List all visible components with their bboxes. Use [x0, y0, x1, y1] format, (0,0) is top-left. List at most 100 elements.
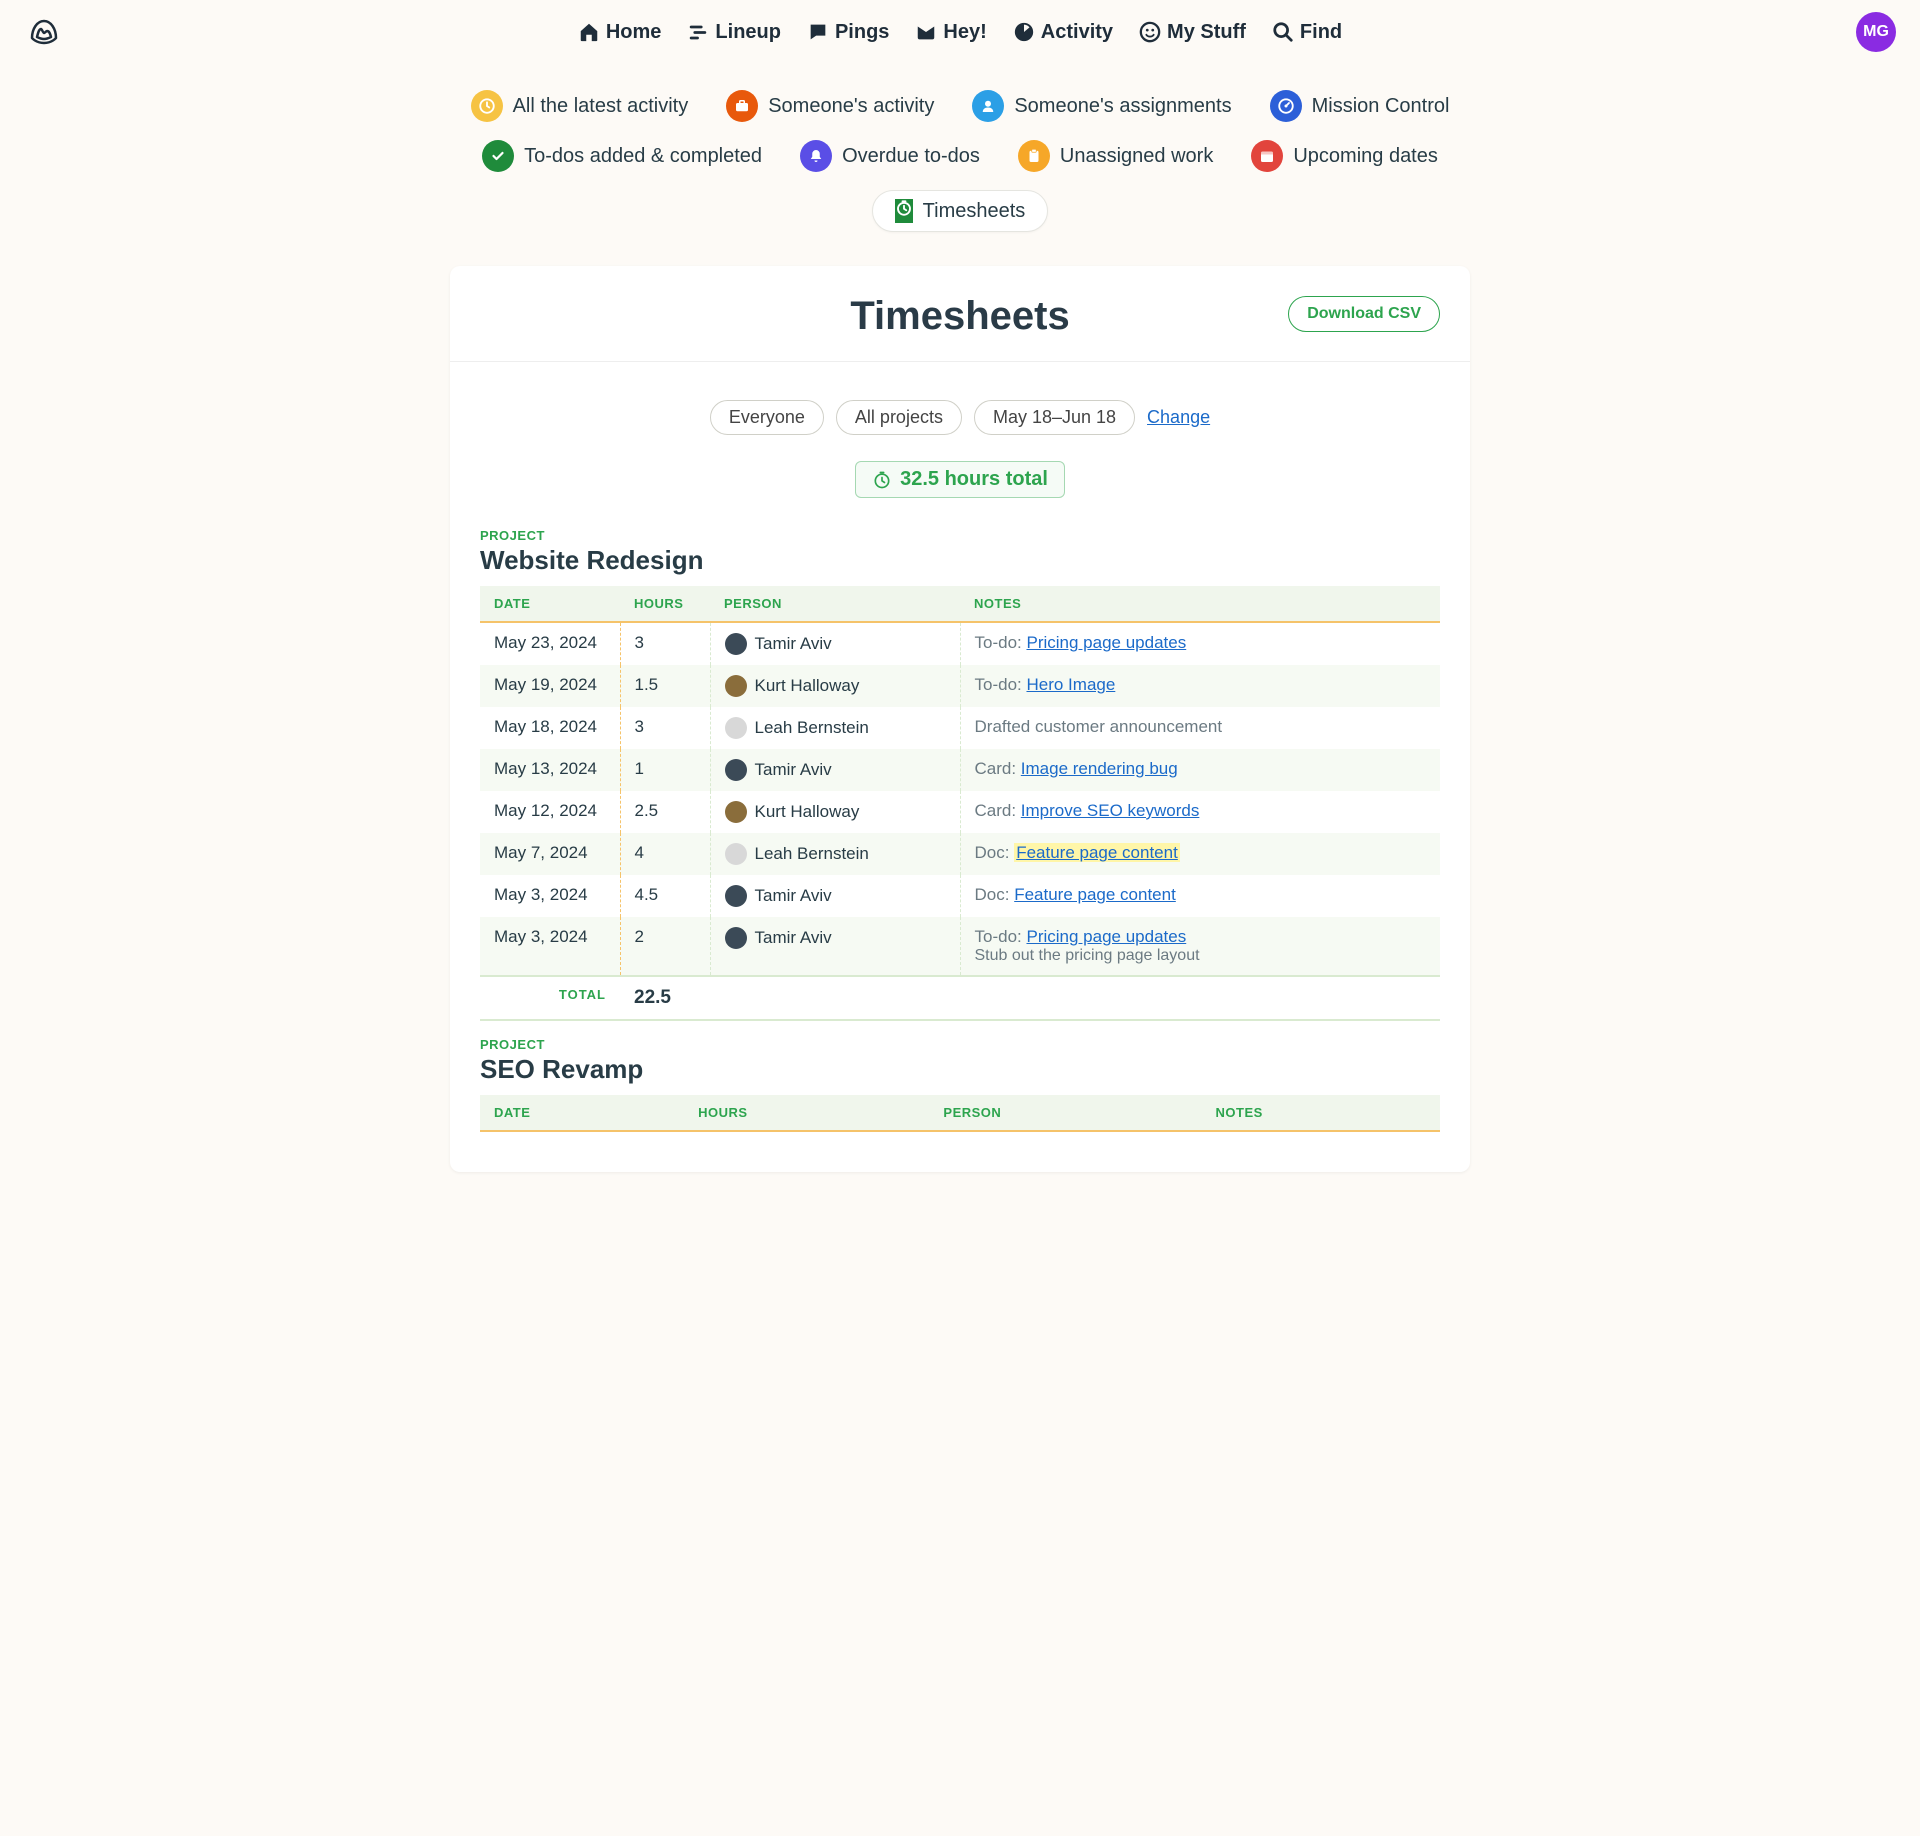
note-prefix: To-do: — [975, 927, 1027, 946]
nav-home-label: Home — [606, 21, 662, 44]
nav-activity-label: Activity — [1041, 21, 1113, 44]
project-name[interactable]: Website Redesign — [480, 545, 1440, 576]
subnav-mission-control-label: Mission Control — [1312, 95, 1450, 118]
total-row: TOTAL22.5 — [480, 976, 1440, 1020]
note-link[interactable]: Image rendering bug — [1021, 759, 1178, 778]
cell-date: May 7, 2024 — [480, 833, 620, 875]
person-avatar[interactable] — [725, 885, 747, 907]
nav-find-label: Find — [1300, 21, 1342, 44]
note-prefix: Card: — [975, 801, 1021, 820]
cell-person: Kurt Halloway — [710, 665, 960, 707]
table-row: May 12, 20242.5 Kurt Halloway Card: Improv… — [480, 791, 1440, 833]
subnav-todos[interactable]: To-dos added & completed — [482, 140, 762, 172]
table-row: May 19, 20241.5Kurt HallowayTo-do: Hero … — [480, 665, 1440, 707]
filter-people[interactable]: Everyone — [710, 400, 824, 435]
subnav-timesheets-active[interactable]: Timesheets — [872, 190, 1049, 232]
subnav-someone-assignments-label: Someone's assignments — [1014, 95, 1231, 118]
project-block: PROJECTWebsite RedesignDATEHOURSPERSONNO… — [450, 528, 1470, 1021]
filters-row: Everyone All projects May 18–Jun 18 Chan… — [450, 362, 1470, 461]
cell-notes: To-do: Pricing page updatesStub out the … — [960, 917, 1440, 976]
download-csv-button[interactable]: Download CSV — [1288, 296, 1440, 332]
project-name[interactable]: SEO Revamp — [480, 1054, 1440, 1085]
person-avatar[interactable] — [725, 927, 747, 949]
column-header-hours: HOURS — [620, 586, 710, 622]
column-header-date: DATE — [480, 1095, 684, 1131]
nav-lineup-label: Lineup — [715, 21, 781, 44]
cell-hours: 1.5 — [620, 665, 710, 707]
cell-hours: 3 — [620, 707, 710, 749]
person-name: Leah Bernstein — [755, 718, 869, 738]
clock-icon — [471, 90, 503, 122]
subnav-someone-assignments[interactable]: Someone's assignments — [972, 90, 1231, 122]
bell-icon — [800, 140, 832, 172]
subnav-mission-control[interactable]: Mission Control — [1270, 90, 1450, 122]
note-link[interactable]: Pricing page updates — [1026, 927, 1186, 946]
hey-icon — [915, 21, 937, 43]
note-prefix: Card: — [975, 759, 1021, 778]
subnav-someone-activity-label: Someone's activity — [768, 95, 934, 118]
nav-lineup[interactable]: Lineup — [687, 21, 781, 44]
check-icon — [482, 140, 514, 172]
project-kicker: PROJECT — [480, 1037, 1440, 1052]
cell-notes: Doc: Feature page content — [960, 833, 1440, 875]
note-link[interactable]: Improve SEO keywords — [1021, 801, 1200, 820]
cell-notes: Card: Improve SEO keywords — [960, 791, 1440, 833]
gauge-icon — [1270, 90, 1302, 122]
subnav-latest-label: All the latest activity — [513, 95, 689, 118]
nav-find[interactable]: Find — [1272, 21, 1342, 44]
note-link[interactable]: Pricing page updates — [1026, 633, 1186, 652]
subnav-overdue-label: Overdue to-dos — [842, 145, 980, 168]
cell-hours: 2.5 — [620, 791, 710, 833]
cell-person: Tamir Aviv — [710, 622, 960, 665]
person-avatar[interactable] — [725, 633, 747, 655]
cell-hours: 4 — [620, 833, 710, 875]
subnav-overdue[interactable]: Overdue to-dos — [800, 140, 980, 172]
subnav-someone-activity[interactable]: Someone's activity — [726, 90, 934, 122]
mystuff-icon — [1139, 21, 1161, 43]
column-header-hours: HOURS — [684, 1095, 929, 1131]
person-avatar[interactable] — [725, 675, 747, 697]
app-logo[interactable] — [24, 12, 64, 52]
total-hours-text: 32.5 hours total — [900, 468, 1048, 491]
timesheet-table: DATEHOURSPERSONNOTESMay 23, 20243Tamir A… — [480, 586, 1440, 1021]
nav-activity[interactable]: Activity — [1013, 21, 1113, 44]
filter-project[interactable]: All projects — [836, 400, 962, 435]
nav-hey[interactable]: Hey! — [915, 21, 986, 44]
note-subtext: Stub out the pricing page layout — [975, 947, 1427, 965]
person-avatar[interactable] — [725, 843, 747, 865]
lineup-icon — [687, 21, 709, 43]
column-header-date: DATE — [480, 586, 620, 622]
subnav-upcoming-label: Upcoming dates — [1293, 145, 1438, 168]
column-header-person: PERSON — [929, 1095, 1201, 1131]
user-avatar[interactable]: MG — [1856, 12, 1896, 52]
project-block: PROJECTSEO RevampDATEHOURSPERSONNOTES — [450, 1037, 1470, 1132]
subnav-upcoming[interactable]: Upcoming dates — [1251, 140, 1438, 172]
nav-pings[interactable]: Pings — [807, 21, 889, 44]
person-avatar[interactable] — [725, 717, 747, 739]
subnav-unassigned[interactable]: Unassigned work — [1018, 140, 1213, 172]
nav-hey-label: Hey! — [943, 21, 986, 44]
nav-mystuff[interactable]: My Stuff — [1139, 21, 1246, 44]
project-kicker: PROJECT — [480, 528, 1440, 543]
subnav-todos-label: To-dos added & completed — [524, 145, 762, 168]
note-link[interactable]: Feature page content — [1014, 843, 1180, 862]
column-header-person: PERSON — [710, 586, 960, 622]
user-initials: MG — [1863, 23, 1889, 41]
cell-notes: Card: Image rendering bug — [960, 749, 1440, 791]
person-avatar[interactable] — [725, 759, 747, 781]
person-name: Kurt Halloway — [755, 676, 860, 696]
card-header: Timesheets Download CSV — [450, 266, 1470, 362]
cell-date: May 12, 2024 — [480, 791, 620, 833]
subnav-latest-activity[interactable]: All the latest activity — [471, 90, 689, 122]
briefcase-icon — [726, 90, 758, 122]
home-icon — [578, 21, 600, 43]
filter-date-range[interactable]: May 18–Jun 18 — [974, 400, 1135, 435]
table-row: May 3, 20242Tamir AvivTo-do: Pricing pag… — [480, 917, 1440, 976]
nav-home[interactable]: Home — [578, 21, 662, 44]
person-avatar[interactable] — [725, 801, 747, 823]
person-icon — [972, 90, 1004, 122]
person-name: Kurt Halloway — [755, 802, 860, 822]
note-link[interactable]: Feature page content — [1014, 885, 1176, 904]
change-filters-link[interactable]: Change — [1147, 407, 1210, 428]
note-link[interactable]: Hero Image — [1026, 675, 1115, 694]
